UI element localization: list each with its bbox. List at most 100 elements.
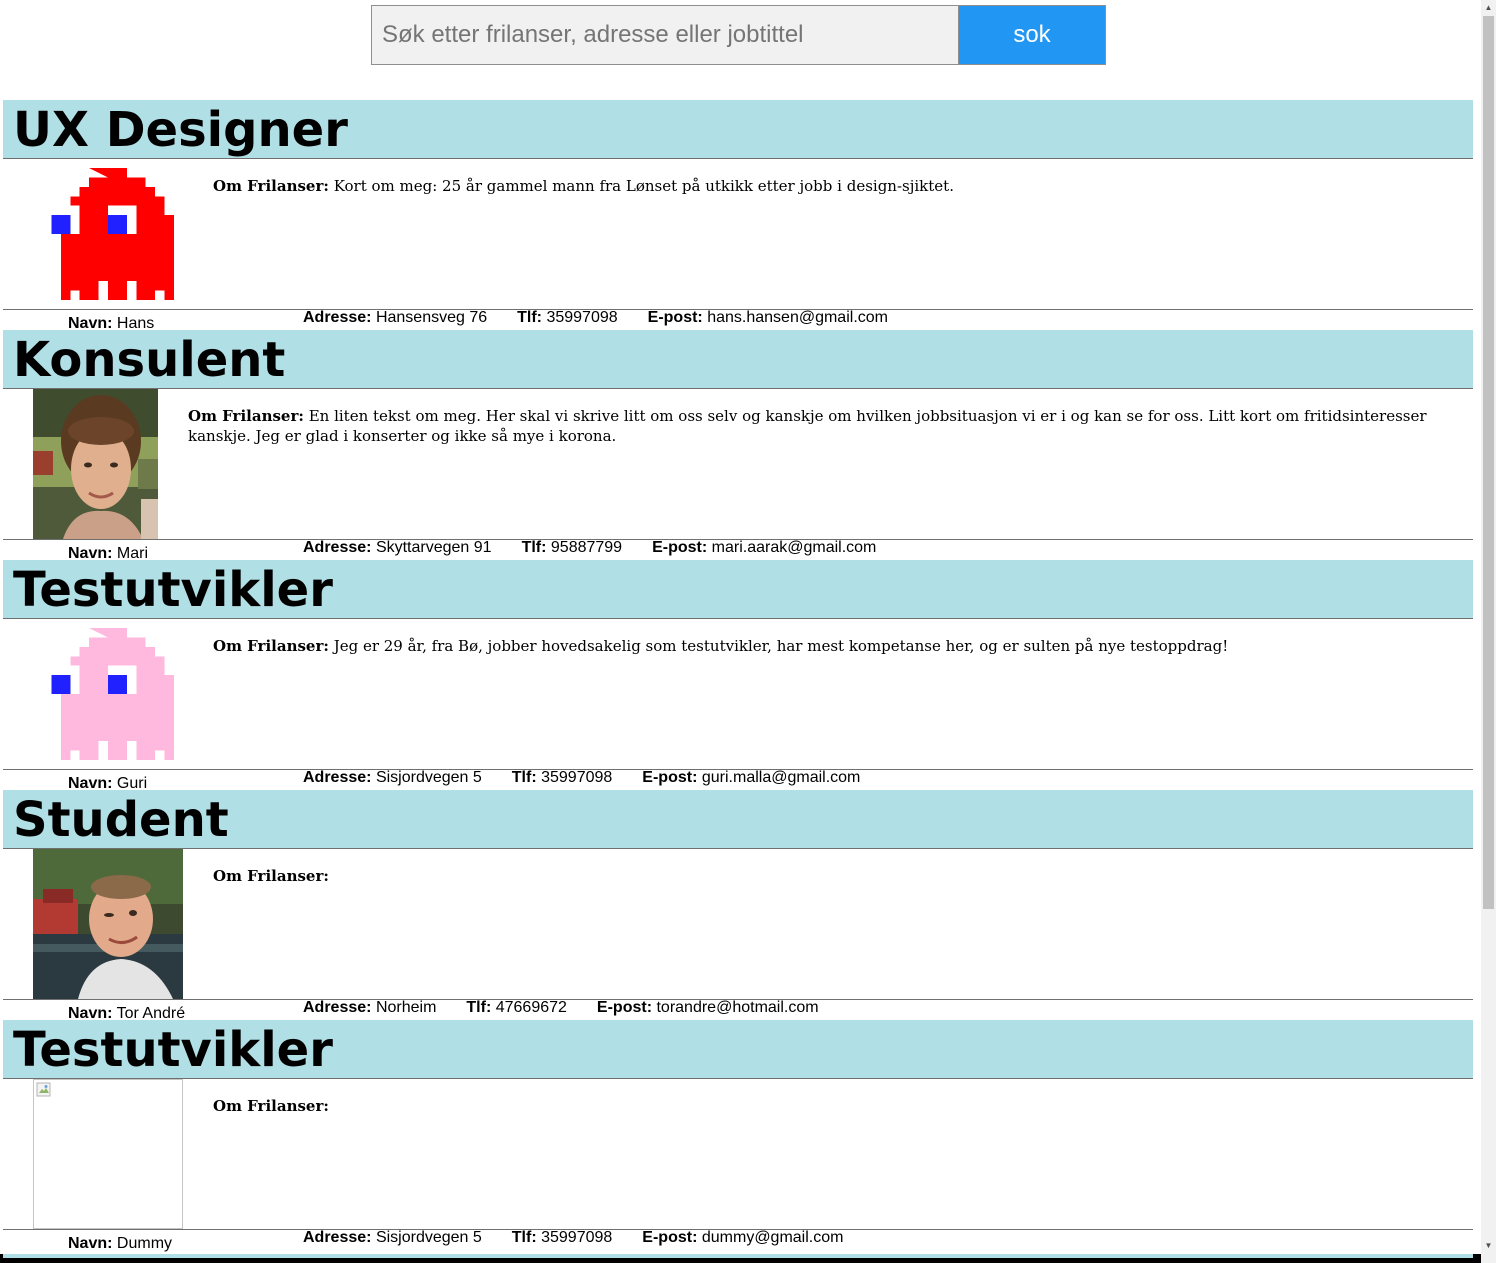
phone-label: Tlf: xyxy=(466,999,492,1016)
address-label: Adresse: xyxy=(303,1229,372,1246)
search-button[interactable]: sok xyxy=(959,5,1106,65)
card-body: Om Frilanser: Kort om meg: 25 år gammel … xyxy=(3,159,1473,310)
about-label: Om Frilanser: xyxy=(213,867,329,885)
phone-field: Tlf: 35997098 xyxy=(512,1229,613,1247)
broken-image xyxy=(33,1079,183,1229)
freelancer-card: Student Om Frilanser: Navn: Tor André Ad… xyxy=(3,790,1473,1022)
contact-details: Adresse: Sisjordvegen 5 Tlf: 35997098 E-… xyxy=(303,769,890,787)
phone-value: 35997098 xyxy=(541,769,613,786)
phone-field: Tlf: 95887799 xyxy=(522,539,623,557)
email-value: torandre@hotmail.com xyxy=(656,999,819,1016)
freelancer-card: Konsulent Om Frilanser: En liten tekst o… xyxy=(3,330,1473,562)
email-value: mari.aarak@gmail.com xyxy=(711,539,877,556)
card-footer: Navn: Tor André Adresse: Norheim Tlf: 47… xyxy=(3,999,1473,1022)
phone-value: 47669672 xyxy=(495,999,567,1016)
address-field: Adresse: Hansensveg 76 xyxy=(303,309,487,327)
phone-value: 35997098 xyxy=(541,1229,613,1246)
scrollbar-thumb[interactable] xyxy=(1483,16,1494,909)
contact-details: Adresse: Hansensveg 76 Tlf: 35997098 E-p… xyxy=(303,309,918,327)
about-text: Om Frilanser: En liten tekst om meg. Her… xyxy=(188,406,1451,446)
address-value: Hansensveg 76 xyxy=(375,309,488,326)
address-value: Sisjordvegen 5 xyxy=(375,1229,482,1246)
card-body: Om Frilanser: xyxy=(3,1079,1473,1230)
job-title: Testutvikler xyxy=(3,1020,1473,1079)
portrait-woman-image xyxy=(33,389,158,539)
email-field: E-post: hans.hansen@gmail.com xyxy=(648,309,888,327)
about-label: Om Frilanser: xyxy=(213,1097,329,1115)
phone-value: 95887799 xyxy=(550,539,623,556)
phone-label: Tlf: xyxy=(517,309,542,326)
ghost-pupil xyxy=(108,675,127,694)
card-footer: Navn: Mari Adresse: Skyttarvegen 91 Tlf:… xyxy=(3,539,1473,562)
vertical-scrollbar[interactable]: ▲ ▼ xyxy=(1481,0,1496,1263)
phone-value: 35997098 xyxy=(546,309,618,326)
email-label: E-post: xyxy=(642,1229,698,1246)
card-body: Om Frilanser: xyxy=(3,849,1473,1000)
address-label: Adresse: xyxy=(303,769,372,786)
search-bar: sok xyxy=(371,5,1106,65)
scroll-down-arrow-icon[interactable]: ▼ xyxy=(1481,1238,1496,1253)
ghost-pupil xyxy=(51,675,71,694)
about-label: Om Frilanser: xyxy=(213,177,329,195)
address-field: Adresse: Sisjordvegen 5 xyxy=(303,1229,482,1247)
job-title: Student xyxy=(3,790,1473,849)
name-field: Navn: Dummy xyxy=(68,1235,172,1253)
email-field: E-post: dummy@gmail.com xyxy=(642,1229,843,1247)
card-body: Om Frilanser: En liten tekst om meg. Her… xyxy=(3,389,1473,540)
ghost-pupil xyxy=(51,215,71,234)
phone-field: Tlf: 35997098 xyxy=(517,309,618,327)
phone-label: Tlf: xyxy=(511,769,537,786)
ghost-icon xyxy=(51,628,174,760)
email-label: E-post: xyxy=(652,539,708,556)
scroll-up-arrow-icon[interactable]: ▲ xyxy=(1481,0,1496,15)
email-field: E-post: guri.malla@gmail.com xyxy=(642,769,860,787)
contact-details: Adresse: Sisjordvegen 5 Tlf: 35997098 E-… xyxy=(303,1229,873,1247)
about-text: Om Frilanser: Jeg er 29 år, fra Bø, jobb… xyxy=(213,636,1451,656)
red-ghost-avatar xyxy=(42,168,174,300)
search-input[interactable] xyxy=(371,5,959,65)
profile-photo xyxy=(33,849,183,999)
profile-photo xyxy=(33,389,158,539)
job-title: UX Designer xyxy=(3,100,1473,159)
name-value: Dummy xyxy=(116,1235,173,1252)
address-label: Adresse: xyxy=(303,309,372,326)
email-field: E-post: torandre@hotmail.com xyxy=(597,999,819,1017)
freelancer-card: UX Designer Om Frilanser: Kort om meg: 2… xyxy=(3,100,1473,332)
email-label: E-post: xyxy=(596,999,653,1016)
about-text: Om Frilanser: Kort om meg: 25 år gammel … xyxy=(213,176,1451,196)
email-label: E-post: xyxy=(647,309,703,326)
ghost-pupil xyxy=(108,215,127,234)
address-value: Norheim xyxy=(375,999,437,1016)
pink-ghost-avatar xyxy=(42,628,174,760)
email-field: E-post: mari.aarak@gmail.com xyxy=(652,539,876,557)
address-field: Adresse: Norheim xyxy=(303,999,436,1017)
address-field: Adresse: Sisjordvegen 5 xyxy=(303,769,482,787)
address-value: Skyttarvegen 91 xyxy=(375,539,492,556)
contact-details: Adresse: Norheim Tlf: 47669672 E-post: t… xyxy=(303,999,849,1017)
address-value: Sisjordvegen 5 xyxy=(375,769,482,786)
name-label: Navn: xyxy=(68,1235,113,1252)
bottom-edge xyxy=(0,1254,1481,1263)
phone-label: Tlf: xyxy=(521,539,547,556)
phone-field: Tlf: 35997098 xyxy=(512,769,613,787)
ghost-icon xyxy=(51,168,174,300)
email-value: dummy@gmail.com xyxy=(701,1229,844,1246)
next-card-title-bar xyxy=(3,1254,1473,1258)
email-value: hans.hansen@gmail.com xyxy=(707,309,888,326)
freelancer-card: Testutvikler Om Frilanser: Navn: Dummy A… xyxy=(3,1020,1473,1253)
job-title: Konsulent xyxy=(3,330,1473,389)
card-footer: Navn: Dummy Adresse: Sisjordvegen 5 Tlf:… xyxy=(3,1229,1473,1253)
phone-field: Tlf: 47669672 xyxy=(466,999,567,1017)
address-field: Adresse: Skyttarvegen 91 xyxy=(303,539,492,557)
phone-label: Tlf: xyxy=(511,1229,537,1246)
job-title: Testutvikler xyxy=(3,560,1473,619)
address-label: Adresse: xyxy=(303,539,372,556)
about-text: Om Frilanser: xyxy=(213,866,1451,886)
broken-image-icon xyxy=(36,1082,51,1097)
email-label: E-post: xyxy=(642,769,698,786)
portrait-man-image xyxy=(33,849,183,999)
about-label: Om Frilanser: xyxy=(213,637,329,655)
about-text: Om Frilanser: xyxy=(213,1096,1451,1116)
freelancer-card: Testutvikler Om Frilanser: Jeg er 29 år,… xyxy=(3,560,1473,792)
card-footer: Navn: Hans Adresse: Hansensveg 76 Tlf: 3… xyxy=(3,309,1473,332)
